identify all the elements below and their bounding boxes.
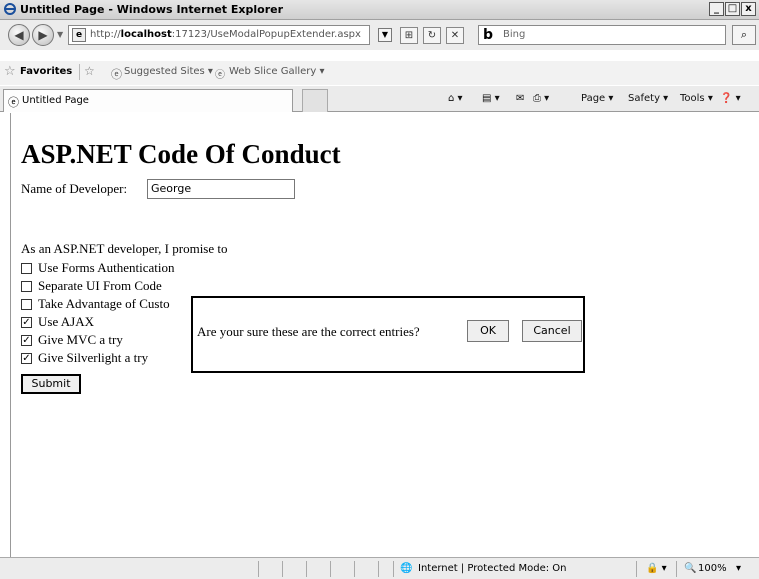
tab-label: Untitled Page <box>22 95 89 106</box>
ie-logo-icon <box>4 3 16 15</box>
divider <box>258 561 259 577</box>
back-button[interactable]: ◀ <box>8 24 30 46</box>
checkbox-checked[interactable]: ✓ <box>21 352 32 364</box>
confirm-modal-popup: Are your sure these are the correct entr… <box>191 296 585 373</box>
window-title: Untitled Page - Windows Internet Explore… <box>20 3 284 16</box>
refresh-button[interactable]: ↻ <box>423 27 441 44</box>
search-placeholder: Bing <box>503 29 526 40</box>
maximize-button[interactable]: □ <box>725 2 740 16</box>
security-zone-status[interactable]: Internet | Protected Mode: On <box>418 563 566 574</box>
checkbox[interactable] <box>21 298 32 310</box>
list-item[interactable]: Use Forms Authentication <box>21 259 175 277</box>
divider <box>354 561 355 577</box>
list-item[interactable]: Separate UI From Code <box>21 277 175 295</box>
checkbox-list: Use Forms Authentication Separate UI Fro… <box>21 259 175 367</box>
favorites-star-icon[interactable]: ☆ <box>4 64 16 79</box>
checkbox-checked[interactable]: ✓ <box>21 334 32 346</box>
page-heading: ASP.NET Code Of Conduct <box>21 139 341 169</box>
checkbox[interactable] <box>21 280 32 292</box>
checkbox-label: Take Advantage of Custo <box>38 296 170 311</box>
recent-pages-dropdown[interactable]: ▼ <box>57 30 63 39</box>
checkbox-label: Use Forms Authentication <box>38 260 175 275</box>
home-icon[interactable]: ⌂ ▾ <box>448 93 463 104</box>
modal-message: Are your sure these are the correct entr… <box>197 324 420 339</box>
page-content: ASP.NET Code Of Conduct Name of Develope… <box>10 113 758 557</box>
title-bar: Untitled Page - Windows Internet Explore… <box>0 0 759 20</box>
add-favorite-icon[interactable]: ☆ <box>84 64 95 78</box>
web-slice-gallery-link[interactable]: Web Slice Gallery ▾ <box>229 66 325 77</box>
suggested-sites-link[interactable]: Suggested Sites ▾ <box>124 66 213 77</box>
developer-name-label: Name of Developer: <box>21 181 128 196</box>
tools-menu[interactable]: Tools ▾ <box>680 93 713 104</box>
cancel-button[interactable]: Cancel <box>522 320 582 342</box>
new-tab-button[interactable] <box>302 89 328 112</box>
checkbox-label: Separate UI From Code <box>38 278 162 293</box>
help-menu[interactable]: ❓ ▾ <box>720 93 741 104</box>
zoom-icon[interactable]: 🔍 <box>684 563 696 574</box>
favorites-bar: ☆ Favorites ☆ ⓔ Suggested Sites ▾ ⓔ Web … <box>0 61 759 85</box>
search-button[interactable]: ⌕ <box>732 25 756 45</box>
divider <box>306 561 307 577</box>
checkbox-label: Give Silverlight a try <box>38 350 149 365</box>
checkbox-label: Use AJAX <box>38 314 94 329</box>
ie-page-icon: ⓔ <box>8 96 19 109</box>
print-icon[interactable]: ⎙ ▾ <box>533 93 549 104</box>
divider <box>282 561 283 577</box>
checkbox-checked[interactable]: ✓ <box>21 316 32 328</box>
ok-button[interactable]: OK <box>467 320 509 342</box>
developer-name-input[interactable]: George <box>147 179 295 199</box>
divider <box>636 561 637 577</box>
page-icon: e <box>72 28 86 42</box>
minimize-button[interactable]: _ <box>709 2 724 16</box>
checkbox-label: Give MVC a try <box>38 332 123 347</box>
divider <box>79 64 80 80</box>
divider <box>330 561 331 577</box>
divider <box>378 561 379 577</box>
search-box[interactable]: b Bing <box>478 25 726 45</box>
address-url[interactable]: http://localhost:17123/UseModalPopupExte… <box>90 29 361 40</box>
forward-button[interactable]: ▶ <box>32 24 54 46</box>
feeds-icon[interactable]: ▤ ▾ <box>482 93 500 104</box>
favorites-button[interactable]: Favorites <box>20 66 72 77</box>
web-slice-icon: ⓔ <box>215 70 225 81</box>
promise-text: As an ASP.NET developer, I promise to <box>21 241 228 256</box>
compatibility-view-button[interactable]: ⊞ <box>400 27 418 44</box>
bing-icon: b <box>483 27 494 43</box>
internet-zone-icon: 🌐 <box>400 563 413 574</box>
address-dropdown-button[interactable]: ▼ <box>378 28 392 42</box>
stop-button[interactable]: ✕ <box>446 27 464 44</box>
window-controls: _ □ x <box>709 2 756 16</box>
page-menu[interactable]: Page ▾ <box>581 93 613 104</box>
protected-mode-icon[interactable]: 🔒 ▾ <box>646 563 667 574</box>
list-item[interactable]: ✓ Give MVC a try <box>21 331 175 349</box>
tab-untitled-page[interactable]: ⓔ Untitled Page <box>3 89 293 112</box>
submit-button[interactable]: Submit <box>21 374 81 394</box>
divider <box>393 561 394 577</box>
navigation-bar: ◀ ▶ ▼ e http://localhost:17123/UseModalP… <box>0 20 759 50</box>
list-item[interactable]: ✓ Use AJAX <box>21 313 175 331</box>
safety-menu[interactable]: Safety ▾ <box>628 93 668 104</box>
suggested-sites-icon: ⓔ <box>111 68 122 81</box>
checkbox[interactable] <box>21 262 32 274</box>
close-button[interactable]: x <box>741 2 756 16</box>
zoom-level[interactable]: 100% <box>698 563 727 574</box>
list-item[interactable]: ✓ Give Silverlight a try <box>21 349 175 367</box>
address-bar[interactable]: e http://localhost:17123/UseModalPopupEx… <box>68 25 370 45</box>
divider <box>676 561 677 577</box>
list-item[interactable]: Take Advantage of Custo <box>21 295 175 313</box>
status-bar: 🌐 Internet | Protected Mode: On 🔒 ▾ 🔍 10… <box>0 557 759 579</box>
tab-bar: ⓔ Untitled Page ⌂ ▾ ▤ ▾ ✉ ⎙ ▾ Page ▾ Saf… <box>0 86 759 112</box>
mail-icon[interactable]: ✉ <box>516 93 524 104</box>
zoom-dropdown-icon[interactable]: ▾ <box>736 563 741 574</box>
